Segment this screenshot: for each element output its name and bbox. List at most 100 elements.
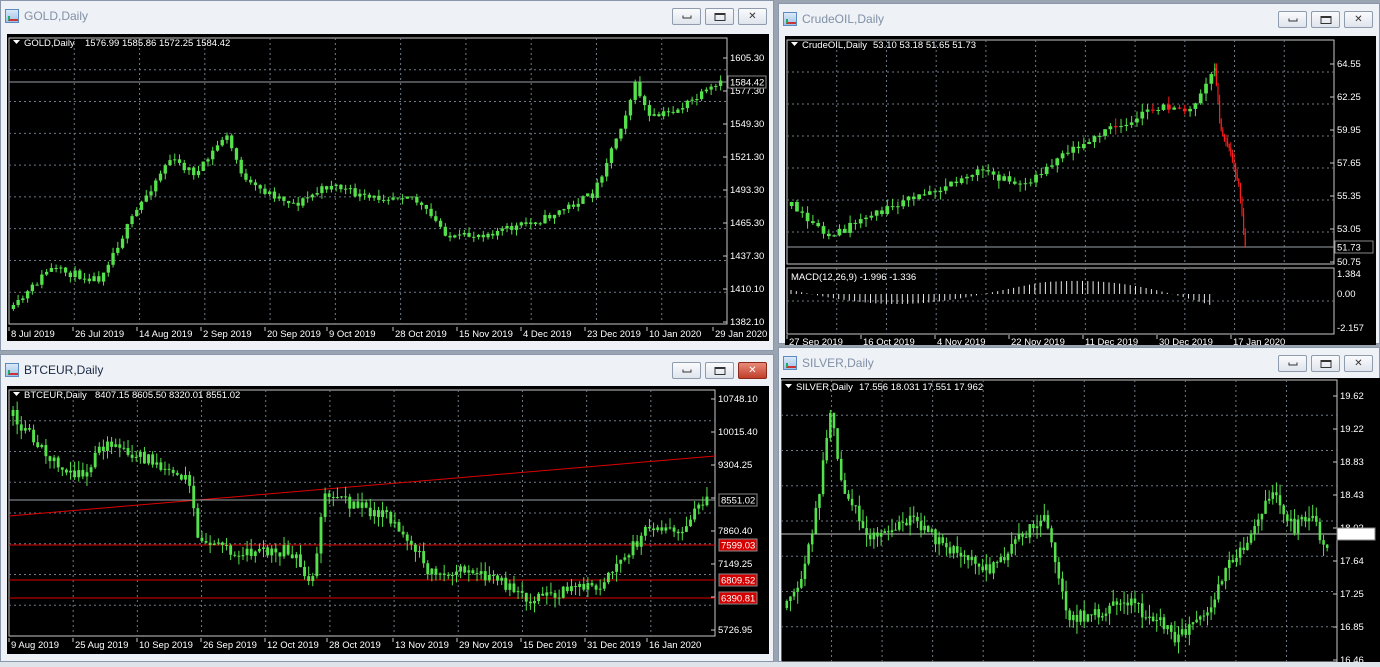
candle-body bbox=[1214, 68, 1216, 71]
candle-body bbox=[82, 278, 87, 280]
candle-body bbox=[239, 159, 243, 174]
candle-body bbox=[372, 510, 376, 517]
candle-body bbox=[811, 221, 815, 224]
candle-body bbox=[188, 475, 192, 486]
candle-body bbox=[970, 175, 975, 177]
crudeoil-chart-canvas[interactable]: CrudeOIL,Daily 53.10 53.18 51.65 51.73 64.… bbox=[785, 36, 1376, 345]
btceur-chart-canvas[interactable]: BTCEUR,Daily 8407.15 8605.50 8320.01 8551… bbox=[7, 386, 769, 654]
candle-body bbox=[48, 456, 52, 462]
candle-body bbox=[87, 278, 91, 282]
silver-titlebar[interactable]: SILVER,Daily ✕ bbox=[779, 348, 1379, 378]
candle-body bbox=[81, 470, 85, 477]
candle-body bbox=[832, 412, 836, 429]
candle-body bbox=[101, 272, 106, 282]
maximize-button[interactable] bbox=[705, 8, 734, 25]
candle-body bbox=[151, 454, 155, 465]
gold-window[interactable]: GOLD,Daily ✕ GOLD,Daily 1576.99 1585.86 1… bbox=[0, 0, 774, 351]
maximize-button[interactable] bbox=[705, 362, 734, 379]
candle-body bbox=[40, 445, 44, 448]
price-axis-label: 1437.30 bbox=[730, 251, 764, 262]
candle-body bbox=[386, 199, 391, 201]
chart-window-icon bbox=[5, 9, 19, 23]
candle-body bbox=[175, 472, 179, 475]
candle-body bbox=[448, 235, 452, 238]
crudeoil-window[interactable]: CrudeOIL,Daily ✕ CrudeOIL,Daily 53.10 53.… bbox=[778, 3, 1380, 345]
gold-titlebar[interactable]: GOLD,Daily ✕ bbox=[1, 1, 773, 31]
candle-body bbox=[633, 82, 637, 100]
candle-body bbox=[287, 200, 291, 204]
candle-body bbox=[1082, 610, 1086, 622]
minimize-button[interactable] bbox=[1278, 355, 1307, 372]
candle-body bbox=[1271, 492, 1275, 499]
candle-body bbox=[911, 196, 916, 200]
candle-body bbox=[1024, 536, 1028, 538]
candle-body bbox=[1264, 500, 1267, 514]
candle-body bbox=[331, 497, 335, 499]
candle-body bbox=[352, 501, 356, 509]
candle-body bbox=[422, 551, 426, 564]
candle-body bbox=[315, 193, 319, 195]
candle-body bbox=[945, 543, 948, 548]
dropdown-triangle-icon bbox=[13, 392, 20, 396]
candle-body bbox=[821, 460, 825, 495]
close-button[interactable]: ✕ bbox=[738, 362, 767, 379]
candle-body bbox=[434, 216, 438, 221]
candle-body bbox=[977, 563, 981, 567]
candle-body bbox=[1217, 584, 1220, 600]
candle-body bbox=[68, 272, 72, 278]
candle-body bbox=[869, 215, 874, 218]
maximize-button[interactable] bbox=[1311, 11, 1340, 28]
candle-body bbox=[567, 204, 571, 210]
candle-body bbox=[624, 115, 628, 129]
time-axis-label: 2 Sep 2019 bbox=[203, 329, 252, 340]
candle-body bbox=[883, 531, 887, 533]
candle-body bbox=[1191, 622, 1195, 625]
time-axis-label: 13 Nov 2019 bbox=[395, 640, 449, 651]
candle-body bbox=[680, 531, 684, 534]
btceur-titlebar[interactable]: BTCEUR,Daily ✕ bbox=[1, 355, 773, 385]
maximize-button[interactable] bbox=[1311, 355, 1340, 372]
btceur-chart[interactable]: BTCEUR,Daily 8407.15 8605.50 8320.01 8551… bbox=[7, 386, 769, 654]
candle-body bbox=[426, 563, 430, 575]
candle-body bbox=[512, 583, 516, 593]
minimize-button[interactable] bbox=[1278, 11, 1307, 28]
macd-axis-label: -2.157 bbox=[1337, 323, 1364, 334]
price-axis-label: 59.95 bbox=[1337, 125, 1361, 136]
crudeoil-titlebar[interactable]: CrudeOIL,Daily ✕ bbox=[779, 4, 1379, 34]
candle-body bbox=[541, 593, 545, 596]
candle-body bbox=[1198, 93, 1203, 104]
candle-body bbox=[1236, 174, 1238, 180]
btceur-window[interactable]: BTCEUR,Daily ✕ BTCEUR,Daily 8407.15 8605.… bbox=[0, 354, 774, 662]
candle-body bbox=[173, 159, 177, 161]
silver-chart[interactable]: SILVER,Daily 17.556 18.031 17.551 17.962 1… bbox=[781, 378, 1380, 663]
candle-body bbox=[290, 554, 294, 559]
candle-body bbox=[21, 298, 25, 300]
candle-body bbox=[524, 222, 528, 224]
crudeoil-chart[interactable]: CrudeOIL,Daily 53.10 53.18 51.65 51.73 64.… bbox=[785, 36, 1376, 345]
window-title: CrudeOIL,Daily bbox=[802, 12, 885, 26]
candle-body bbox=[453, 235, 457, 238]
candle-body bbox=[623, 557, 627, 560]
minimize-button[interactable] bbox=[672, 362, 701, 379]
candle-body bbox=[1307, 518, 1311, 522]
candle-body bbox=[299, 554, 302, 567]
silver-chart-canvas[interactable]: SILVER,Daily 17.556 18.031 17.551 17.962 1… bbox=[781, 378, 1380, 663]
close-button[interactable]: ✕ bbox=[1344, 11, 1373, 28]
candle-body bbox=[360, 502, 364, 508]
minimize-button[interactable] bbox=[672, 8, 701, 25]
candle-body bbox=[662, 111, 666, 117]
silver-window[interactable]: SILVER,Daily ✕ SILVER,Daily 17.556 18.031… bbox=[778, 347, 1380, 663]
close-button[interactable]: ✕ bbox=[1344, 355, 1373, 372]
candle-body bbox=[919, 521, 923, 531]
gold-chart[interactable]: GOLD,Daily 1576.99 1585.86 1572.25 1584.4… bbox=[7, 34, 769, 341]
close-button[interactable]: ✕ bbox=[738, 8, 767, 25]
candle-body bbox=[832, 235, 837, 237]
gold-chart-canvas[interactable]: GOLD,Daily 1576.99 1585.86 1572.25 1584.4… bbox=[7, 34, 769, 341]
candle-body bbox=[699, 91, 704, 100]
candle-body bbox=[15, 410, 19, 425]
chart-ohlc-values: 8407.15 8605.50 8320.01 8551.02 bbox=[95, 390, 240, 401]
candle-body bbox=[1032, 524, 1035, 529]
candle-body bbox=[1101, 615, 1104, 618]
price-tag-label: 51.73 bbox=[1337, 243, 1361, 254]
candle-body bbox=[605, 163, 609, 177]
